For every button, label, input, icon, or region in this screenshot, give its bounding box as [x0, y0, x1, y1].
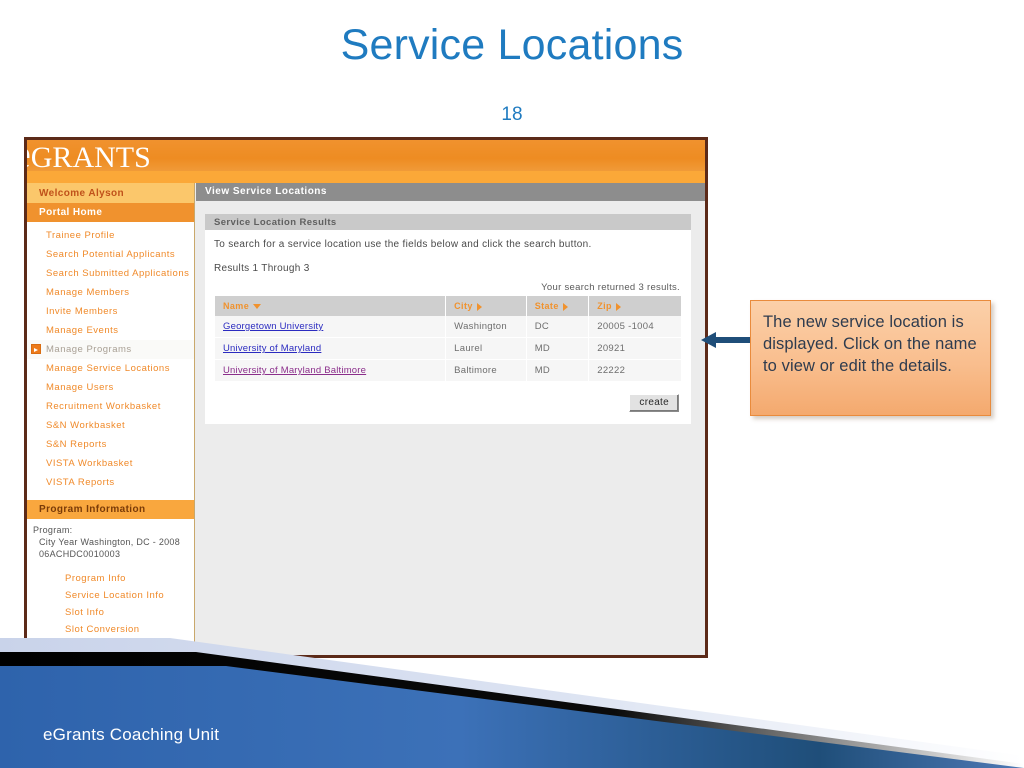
cell-city: Washington [446, 316, 526, 338]
service-location-link[interactable]: Georgetown University [223, 321, 323, 332]
sidebar-item-manage-programs[interactable]: Manage Programs [27, 340, 194, 359]
search-instructions: To search for a service location use the… [214, 239, 592, 250]
cell-zip: 20921 [589, 338, 681, 360]
sidebar: Welcome Alyson Portal Home Trainee Profi… [27, 183, 195, 655]
column-header-name-label: Name [223, 301, 250, 311]
sidebar-item-manage-events[interactable]: Manage Events [27, 321, 194, 340]
arrow-marker-icon [31, 344, 41, 354]
logo-grants: GRANTS [30, 141, 151, 171]
cell-city: Baltimore [446, 360, 526, 382]
banner-strip [27, 171, 705, 183]
sidebar-item-search-potential-applicants[interactable]: Search Potential Applicants [27, 245, 194, 264]
main-content: View Service Locations Service Location … [196, 183, 705, 655]
program-label: Program: [33, 525, 73, 535]
callout-note: The new service location is displayed. C… [750, 300, 991, 416]
column-header-name[interactable]: Name [215, 296, 446, 316]
results-count: Your search returned 3 results. [541, 282, 680, 293]
cell-zip: 22222 [589, 360, 681, 382]
cell-name: University of Maryland [215, 338, 446, 360]
cell-city: Laurel [446, 338, 526, 360]
app-body: Welcome Alyson Portal Home Trainee Profi… [27, 183, 705, 655]
results-panel-title: Service Location Results [205, 214, 691, 231]
program-link-program-info[interactable]: Program Info [27, 570, 194, 587]
program-link-slot-info[interactable]: Slot Info [27, 604, 194, 621]
cell-state: MD [526, 338, 589, 360]
results-range: Results 1 Through 3 [214, 263, 310, 274]
program-information-heading: Program Information [27, 500, 194, 519]
cell-name: Georgetown University [215, 316, 446, 338]
sidebar-item-invite-members[interactable]: Invite Members [27, 302, 194, 321]
program-information-meta: Program: City Year Washington, DC - 2008… [27, 519, 194, 562]
service-locations-table: Name City State Zip Georgetown Universit… [214, 296, 682, 382]
table-row: Georgetown University Washington DC 2000… [215, 316, 681, 338]
page-title: Service Locations [340, 21, 684, 69]
program-code: 06ACHDC0010003 [39, 549, 121, 559]
program-links-list: Program Info Service Location Info Slot … [27, 562, 194, 655]
program-link-service-location-info[interactable]: Service Location Info [27, 587, 194, 604]
program-name: City Year Washington, DC - 2008 [39, 537, 181, 547]
sidebar-item-manage-users[interactable]: Manage Users [27, 378, 194, 397]
column-header-city-label: City [454, 301, 473, 311]
sidebar-item-recruitment-workbasket[interactable]: Recruitment Workbasket [27, 397, 194, 416]
table-row: University of Maryland Laurel MD 20921 [215, 338, 681, 360]
application-screenshot: eGRANTS Welcome Alyson Portal Home Train… [24, 137, 708, 658]
sidebar-item-sn-reports[interactable]: S&N Reports [27, 435, 194, 454]
cell-zip: 20005 -1004 [589, 316, 681, 338]
content-page-title: View Service Locations [196, 183, 705, 201]
egrants-logo: eGRANTS [27, 140, 151, 171]
cell-state: DC [526, 316, 589, 338]
service-location-link[interactable]: University of Maryland [223, 343, 321, 354]
sort-descending-icon [253, 304, 262, 310]
sort-right-icon [615, 302, 621, 311]
sidebar-item-manage-service-locations[interactable]: Manage Service Locations [27, 359, 194, 378]
sidebar-item-label: Manage Programs [46, 344, 132, 355]
program-link-slot-conversion[interactable]: Slot Conversion [27, 621, 194, 638]
column-header-zip[interactable]: Zip [589, 296, 681, 316]
column-header-state-label: State [534, 301, 559, 311]
slide-canvas: Service Locations 18 eGRANTS Welcome Aly… [0, 0, 1024, 768]
egrants-banner: eGRANTS [27, 140, 705, 171]
callout-arrow-icon [701, 332, 752, 348]
sidebar-item-vista-reports[interactable]: VISTA Reports [27, 473, 194, 492]
sidebar-item-portal-home[interactable]: Portal Home [27, 203, 194, 222]
table-header-row: Name City State Zip [215, 296, 681, 316]
column-header-city[interactable]: City [446, 296, 526, 316]
sort-right-icon [562, 302, 568, 311]
service-location-link[interactable]: University of Maryland Baltimore [223, 365, 366, 376]
sort-right-icon [476, 302, 482, 311]
table-row: University of Maryland Baltimore Baltimo… [215, 360, 681, 382]
footer-label: eGrants Coaching Unit [43, 725, 220, 744]
results-panel: Service Location Results To search for a… [205, 214, 691, 424]
sidebar-item-manage-members[interactable]: Manage Members [27, 283, 194, 302]
column-header-zip-label: Zip [597, 301, 612, 311]
sidebar-item-sn-workbasket[interactable]: S&N Workbasket [27, 416, 194, 435]
sidebar-item-vista-workbasket[interactable]: VISTA Workbasket [27, 454, 194, 473]
slide-number: 18 [501, 104, 523, 125]
create-button[interactable]: create [629, 394, 679, 412]
welcome-banner: Welcome Alyson [27, 183, 194, 203]
program-link-refill-slot-conversion[interactable]: Refill Slot Conversion [27, 638, 194, 655]
cell-name: University of Maryland Baltimore [215, 360, 446, 382]
cell-state: MD [526, 360, 589, 382]
column-header-state[interactable]: State [526, 296, 589, 316]
sidebar-item-trainee-profile[interactable]: Trainee Profile [27, 226, 194, 245]
button-row: create [214, 382, 682, 414]
sidebar-item-search-submitted-applications[interactable]: Search Submitted Applications [27, 264, 194, 283]
results-panel-body: To search for a service location use the… [205, 231, 691, 424]
sidebar-nav-list: Trainee Profile Search Potential Applica… [27, 222, 194, 492]
